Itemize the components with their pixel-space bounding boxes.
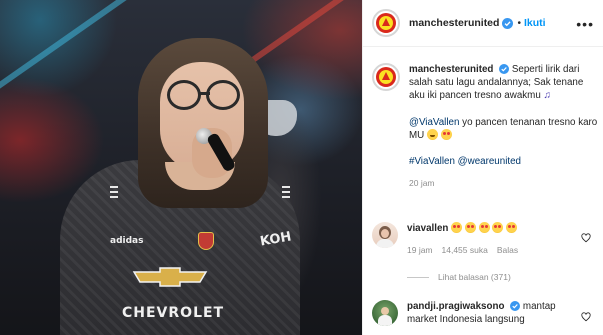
heart-outline-icon[interactable]: [581, 312, 591, 322]
post-header: manchesterunited • Ikuti •••: [363, 0, 603, 47]
comment-item: viavallen 19 jam 14,455 suka Balas: [372, 222, 598, 257]
club-crest-icon: [198, 232, 214, 250]
heart-eyes-emoji-icon: [451, 222, 463, 233]
verified-badge-icon: [499, 64, 510, 75]
jersey-sponsor-text: CHEVROLET: [122, 305, 225, 321]
shoulder-stripes: [282, 186, 290, 206]
instagram-post: adidas CHEVROLET KOH manchesterunited •: [0, 0, 603, 335]
laughing-emoji-icon: [426, 128, 438, 140]
shoulder-stripes: [110, 186, 118, 206]
glasses-right: [206, 80, 240, 110]
post-photo[interactable]: adidas CHEVROLET KOH: [0, 0, 362, 335]
commenter-username[interactable]: pandji.pragiwaksono: [407, 301, 504, 312]
post-caption: manchesterunited Seperti lirik dari sala…: [372, 63, 598, 190]
comment-item: pandji.pragiwaksono mantap market Indone…: [372, 300, 598, 326]
comment-body: viavallen 19 jam 14,455 suka Balas: [407, 222, 577, 257]
comment-meta: 19 jam 14,455 suka Balas: [407, 244, 577, 257]
caption-timestamp[interactable]: 20 jam: [409, 177, 598, 190]
caption-text-block: manchesterunited Seperti lirik dari sala…: [409, 63, 598, 190]
commenter-avatar[interactable]: [372, 300, 398, 326]
comment-body: pandji.pragiwaksono mantap market Indone…: [407, 300, 577, 326]
caption-mention[interactable]: @ViaVallen: [409, 117, 459, 128]
caption-avatar[interactable]: [372, 63, 400, 91]
reply-button[interactable]: Balas: [497, 244, 518, 257]
caption-mention-2[interactable]: @weareunited: [458, 156, 521, 167]
heart-outline-icon[interactable]: [581, 233, 591, 243]
commenter-avatar[interactable]: [372, 222, 398, 248]
caption-username[interactable]: manchesterunited: [409, 64, 493, 75]
replies-divider: [407, 276, 429, 278]
glasses-bridge: [200, 92, 210, 95]
post-sidebar: manchesterunited • Ikuti ••• manchesteru…: [362, 0, 603, 335]
heart-eyes-emoji-icon: [478, 222, 490, 233]
more-options-icon[interactable]: •••: [576, 16, 594, 32]
header-separator: •: [517, 17, 521, 29]
view-replies-button[interactable]: Lihat balasan (371): [407, 272, 511, 282]
verified-badge-icon: [510, 301, 521, 312]
club-crest-icon: [376, 13, 396, 33]
bowtie-logo-icon: [132, 267, 208, 287]
follow-button[interactable]: Ikuti: [524, 17, 546, 29]
music-note-icon: ♫: [543, 90, 552, 102]
heart-eyes-emoji-icon: [492, 222, 504, 233]
view-replies-label: Lihat balasan (371): [438, 272, 511, 282]
verified-badge-icon: [502, 17, 514, 29]
club-crest-icon: [376, 67, 396, 87]
caption-hashtag[interactable]: #ViaVallen: [409, 156, 455, 167]
comment-timestamp[interactable]: 19 jam: [407, 244, 433, 257]
jersey-brand-text: adidas: [110, 236, 144, 246]
heart-eyes-emoji-icon: [506, 222, 518, 233]
account-avatar[interactable]: [372, 9, 400, 37]
comment-likes[interactable]: 14,455 suka: [442, 244, 488, 257]
heart-eyes-emoji-icon: [464, 222, 476, 233]
heart-eyes-emoji-icon: [440, 128, 452, 140]
glasses-left: [167, 80, 201, 110]
header-username[interactable]: manchesterunited: [409, 17, 499, 29]
commenter-username[interactable]: viavallen: [407, 223, 448, 234]
